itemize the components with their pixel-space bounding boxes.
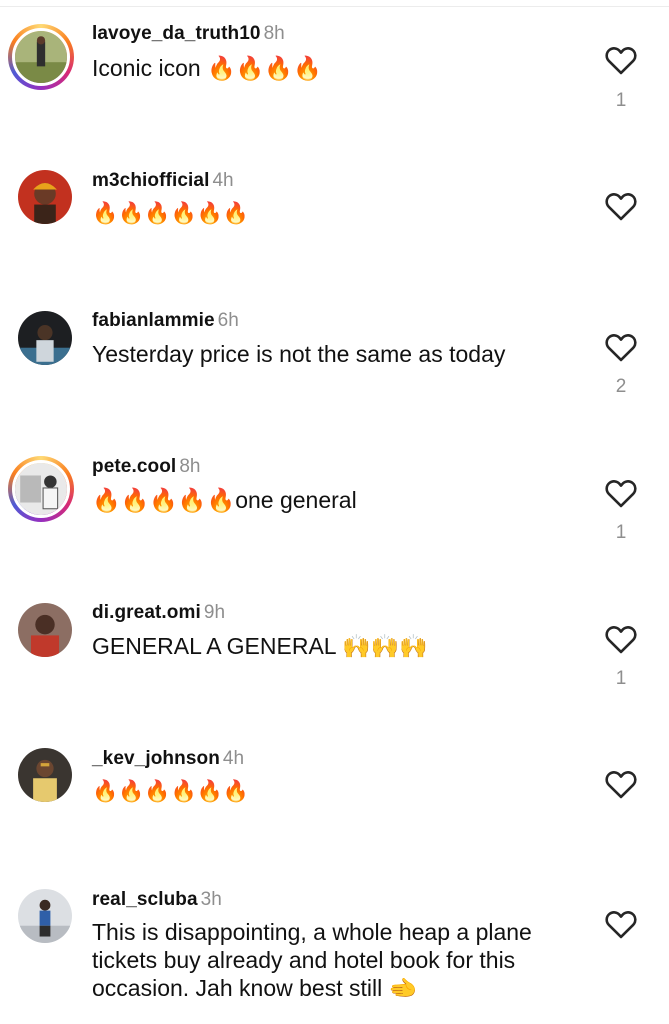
comment-time: 4h: [222, 748, 245, 769]
comment-username[interactable]: m3chiofficial: [92, 170, 209, 191]
comment-text: GENERAL A GENERAL 🙌🙌🙌: [92, 633, 429, 659]
avatar[interactable]: [18, 889, 72, 943]
like-count[interactable]: 1: [612, 90, 630, 112]
comment-time: 9h: [203, 602, 226, 623]
heart-outline-icon[interactable]: [604, 191, 638, 221]
comment-text: Iconic icon 🔥🔥🔥🔥: [92, 55, 322, 81]
comment-username[interactable]: fabianlammie: [92, 310, 215, 331]
comment-text: 🔥🔥🔥🔥🔥🔥: [92, 779, 249, 803]
like-count[interactable]: 1: [612, 522, 630, 544]
like-count[interactable]: 1: [612, 668, 630, 690]
heart-outline-icon[interactable]: [604, 769, 638, 799]
comment-time: 6h: [217, 310, 239, 331]
heart-outline-icon[interactable]: [604, 478, 638, 508]
comment-username[interactable]: _kev_johnson: [92, 748, 220, 769]
comment-username[interactable]: real_scluba: [92, 889, 198, 910]
heart-outline-icon[interactable]: [604, 45, 638, 75]
comment-time: 3h: [200, 889, 222, 910]
comment-text: 🔥🔥🔥🔥🔥one general: [92, 487, 357, 513]
avatar[interactable]: [18, 311, 72, 365]
comment-username[interactable]: pete.cool: [92, 456, 176, 477]
avatar[interactable]: [8, 456, 74, 522]
avatar[interactable]: [18, 748, 72, 802]
heart-outline-icon[interactable]: [604, 909, 638, 939]
avatar[interactable]: [8, 24, 74, 90]
avatar[interactable]: [18, 170, 72, 224]
comment-username[interactable]: lavoye_da_truth10: [92, 23, 261, 44]
heart-outline-icon[interactable]: [604, 332, 638, 362]
comment-time: 4h: [212, 170, 234, 191]
comment-text: This is disappointing, a whole heap a pl…: [92, 919, 532, 1001]
comment-time: 8h: [179, 456, 201, 477]
comment-time: 8h: [263, 23, 285, 44]
like-count[interactable]: 2: [612, 376, 630, 398]
comment-username[interactable]: di.great.omi: [92, 602, 201, 623]
top-divider: [0, 6, 669, 7]
heart-outline-icon[interactable]: [604, 624, 638, 654]
avatar[interactable]: [18, 603, 72, 657]
comment-text: Yesterday price is not the same as today: [92, 341, 506, 367]
comment-text: 🔥🔥🔥🔥🔥🔥: [92, 201, 249, 225]
